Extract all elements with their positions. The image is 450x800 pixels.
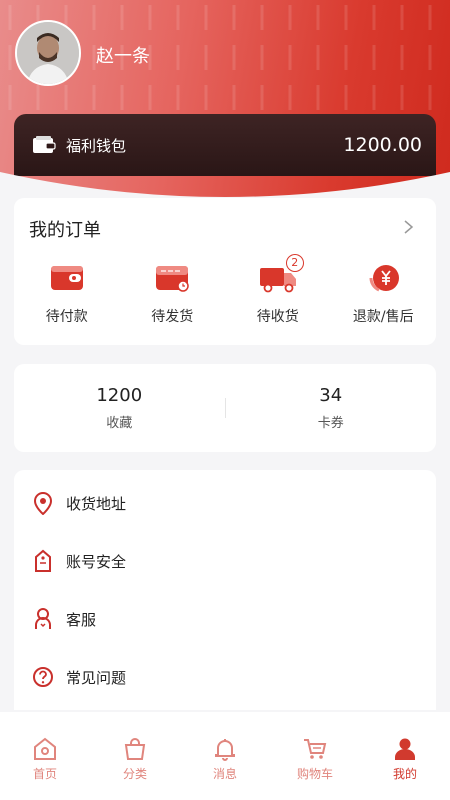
nav-label: 分类 — [122, 767, 147, 781]
truck-icon-wrap: 2 — [258, 254, 304, 296]
stat-label: 卡券 — [317, 416, 344, 431]
menu-item-customer-service[interactable]: 客服 — [32, 604, 96, 634]
stat-value: 1200 — [96, 385, 143, 406]
menu-item-security[interactable]: 账号安全 — [32, 546, 126, 576]
card-clock-icon — [156, 266, 189, 292]
order-pending-receipt[interactable]: 2 待收货 — [225, 254, 331, 326]
menu-item-faq[interactable]: 常见问题 — [32, 662, 126, 692]
order-label: 待收货 — [256, 309, 299, 325]
chevron-right-icon[interactable] — [402, 220, 414, 234]
nav-profile[interactable]: 我的 — [360, 712, 450, 800]
menu-item-address[interactable]: 收货地址 — [32, 488, 126, 518]
orders-card: 我的订单 待付款 待发货 2 待收货 退款/售后 — [14, 198, 436, 345]
menu-label: 收货地址 — [66, 494, 127, 513]
bottom-nav: 首页 分类 消息 购物车 我的 — [0, 712, 450, 800]
question-icon — [33, 667, 53, 687]
bag-icon — [124, 738, 146, 760]
menu-label: 账号安全 — [66, 552, 127, 571]
coupons-stat[interactable]: 34 卡券 — [226, 385, 437, 431]
location-pin-icon — [33, 491, 53, 515]
order-refund[interactable]: 退款/售后 — [331, 260, 437, 326]
order-pending-shipment[interactable]: 待发货 — [120, 260, 226, 326]
person-icon — [395, 738, 415, 760]
nav-cart[interactable]: 购物车 — [270, 712, 360, 800]
menu-label: 客服 — [66, 610, 97, 629]
shield-tag-icon — [35, 549, 51, 572]
nav-label: 我的 — [392, 767, 417, 781]
orders-title[interactable]: 我的订单 — [29, 216, 101, 242]
order-pending-payment[interactable]: 待付款 — [14, 260, 120, 326]
cart-icon — [304, 739, 327, 759]
favorites-stat[interactable]: 1200 收藏 — [14, 385, 225, 431]
settings-menu: 收货地址 账号安全 客服 常见问题 — [14, 470, 436, 710]
yen-coin-icon — [369, 265, 400, 292]
stat-value: 34 — [319, 385, 343, 406]
wallet-red-icon — [50, 266, 83, 290]
nav-label: 消息 — [212, 767, 237, 781]
nav-home[interactable]: 首页 — [0, 712, 90, 800]
menu-label: 常见问题 — [66, 668, 127, 687]
bell-icon — [215, 739, 235, 761]
order-label: 退款/售后 — [352, 309, 414, 325]
nav-label: 首页 — [32, 767, 57, 781]
stat-label: 收藏 — [106, 416, 133, 431]
username: 赵一条 — [96, 46, 150, 67]
order-label: 待发货 — [151, 309, 194, 325]
nav-messages[interactable]: 消息 — [180, 712, 270, 800]
stats-card: 1200 收藏 34 卡券 — [14, 364, 436, 452]
order-label: 待付款 — [45, 309, 88, 325]
nav-category[interactable]: 分类 — [90, 712, 180, 800]
nav-label: 购物车 — [296, 767, 333, 781]
customer-service-icon — [35, 608, 51, 629]
order-count-badge: 2 — [285, 254, 304, 272]
avatar[interactable] — [15, 20, 81, 86]
home-icon — [34, 737, 56, 760]
